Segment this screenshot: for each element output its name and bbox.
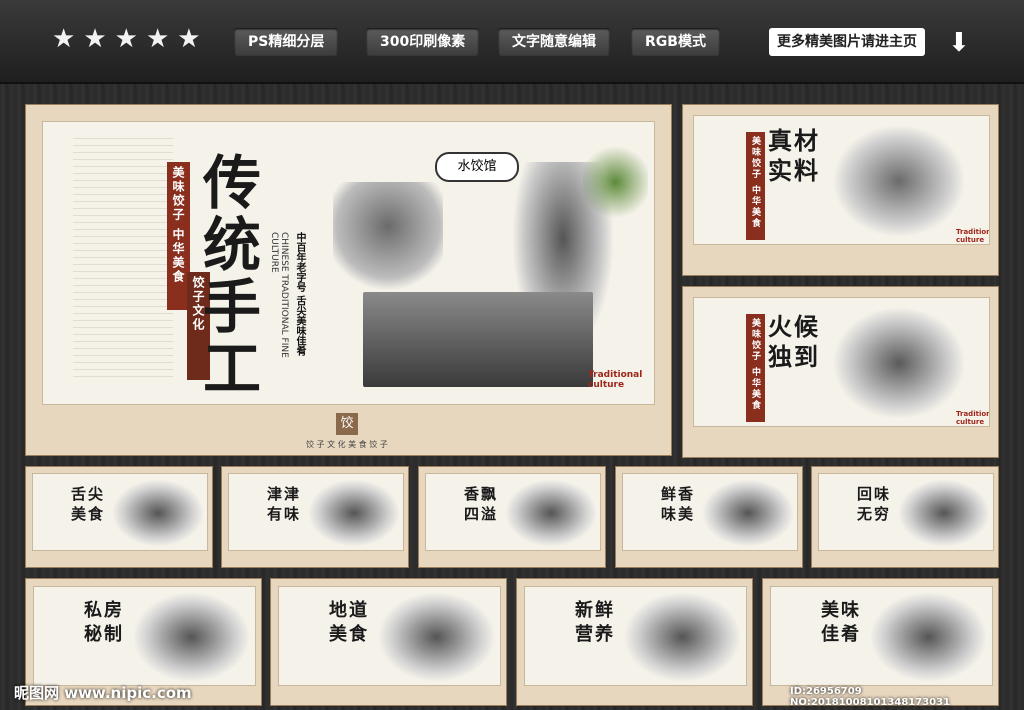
row1-poster-2: 津津有味 <box>221 466 409 568</box>
illustration-counter <box>363 292 593 387</box>
row1-3-title: 香飘四溢 <box>464 485 499 523</box>
row1-4-title: 鲜香味美 <box>661 485 696 523</box>
illustration-person-left <box>333 182 443 292</box>
row2-poster-1-canvas: 私房秘制 <box>33 586 256 686</box>
main-english: CHINESE TRADITIONAL FINE CULTURE <box>269 232 289 358</box>
row1-5-illustration <box>899 480 989 546</box>
star-icon: ★ <box>114 24 138 54</box>
row2-4-illustration <box>871 593 986 681</box>
shop-sign: 水饺馆 <box>435 152 519 182</box>
row1-poster-4-canvas: 鲜香味美 <box>622 473 798 551</box>
row2-poster-4-canvas: 美味佳肴 <box>770 586 993 686</box>
star-icon: ★ <box>83 24 107 54</box>
side-2-badge: Traditional culture <box>956 410 989 426</box>
row1-poster-2-canvas: 津津有味 <box>228 473 404 551</box>
row2-poster-2: 地道美食 <box>270 578 507 706</box>
arrow-down-icon: ⬇ <box>948 28 970 58</box>
row1-2-title: 津津有味 <box>267 485 302 523</box>
row1-4-illustration <box>703 480 793 546</box>
rating-stars: ★ ★ ★ ★ ★ <box>52 24 201 54</box>
side-2-title: 火候独到 <box>768 312 820 371</box>
row1-1-title: 舌尖美食 <box>71 485 106 523</box>
row2-4-title: 美味佳肴 <box>821 600 861 645</box>
row2-1-title: 私房秘制 <box>84 600 124 645</box>
side-1-tag: 美味饺子 中华美食 <box>746 132 765 240</box>
main-seal: 饺 <box>336 413 358 435</box>
watermark-right: ID:26956709 NO:20181008101348173031 <box>790 686 951 708</box>
side-1-illustration <box>834 126 964 236</box>
row2-3-title: 新鲜营养 <box>575 600 615 645</box>
side-poster-1-canvas: 美味饺子 中华美食 真材实料 Traditional culture <box>693 115 990 245</box>
main-slogan: 中百年老字号 舌尖美味佳肴 <box>294 232 305 356</box>
row1-poster-5-canvas: 回味无穷 <box>818 473 994 551</box>
row2-2-illustration <box>379 593 494 681</box>
row1-poster-5: 回味无穷 <box>811 466 999 568</box>
badge-print-resolution: 300印刷像素 <box>366 28 480 56</box>
main-poster: 美味饺子 中华美食 饺子文化 传统手工 CHINESE TRADITIONAL … <box>25 104 672 456</box>
row2-poster-2-canvas: 地道美食 <box>278 586 501 686</box>
main-badge-en: Traditional culture <box>588 370 643 390</box>
row1-poster-1: 舌尖美食 <box>25 466 213 568</box>
side-poster-2-canvas: 美味饺子 中华美食 火候独到 Traditional culture <box>693 297 990 427</box>
star-icon: ★ <box>52 24 76 54</box>
body-text-block <box>73 132 173 382</box>
row2-1-illustration <box>134 593 249 681</box>
side-2-tag: 美味饺子 中华美食 <box>746 314 765 422</box>
side-poster-1: 美味饺子 中华美食 真材实料 Traditional culture <box>682 104 999 276</box>
star-icon: ★ <box>177 24 201 54</box>
main-poster-canvas: 美味饺子 中华美食 饺子文化 传统手工 CHINESE TRADITIONAL … <box>42 121 655 405</box>
row2-poster-3: 新鲜营养 <box>516 578 753 706</box>
row1-poster-4: 鲜香味美 <box>615 466 803 568</box>
row2-poster-3-canvas: 新鲜营养 <box>524 586 747 686</box>
side-2-illustration <box>834 308 964 418</box>
badge-ps-layers: PS精细分层 <box>234 28 339 56</box>
badge-rgb-mode: RGB模式 <box>631 28 720 56</box>
side-1-badge: Traditional culture <box>956 228 989 244</box>
watermark-left: 昵图网 www.nipic.com <box>14 684 192 702</box>
row1-poster-1-canvas: 舌尖美食 <box>32 473 208 551</box>
row1-poster-3-canvas: 香飘四溢 <box>425 473 601 551</box>
row1-poster-3: 香飘四溢 <box>418 466 606 568</box>
row1-2-illustration <box>309 480 399 546</box>
row1-1-illustration <box>113 480 203 546</box>
more-images-link[interactable]: 更多精美图片请进主页 <box>769 28 925 56</box>
row1-3-illustration <box>506 480 596 546</box>
top-bar: ★ ★ ★ ★ ★ PS精细分层 300印刷像素 文字随意编辑 RGB模式 更多… <box>0 0 1024 84</box>
badge-editable-text: 文字随意编辑 <box>498 28 610 56</box>
row1-5-title: 回味无穷 <box>857 485 892 523</box>
bamboo-decoration <box>583 142 648 222</box>
side-poster-2: 美味饺子 中华美食 火候独到 Traditional culture <box>682 286 999 458</box>
row2-3-illustration <box>625 593 740 681</box>
side-1-title: 真材实料 <box>768 126 820 185</box>
star-icon: ★ <box>145 24 170 54</box>
row2-2-title: 地道美食 <box>329 600 369 645</box>
main-footer: 饺 子 文 化 美 食 饺 子 <box>306 440 388 449</box>
